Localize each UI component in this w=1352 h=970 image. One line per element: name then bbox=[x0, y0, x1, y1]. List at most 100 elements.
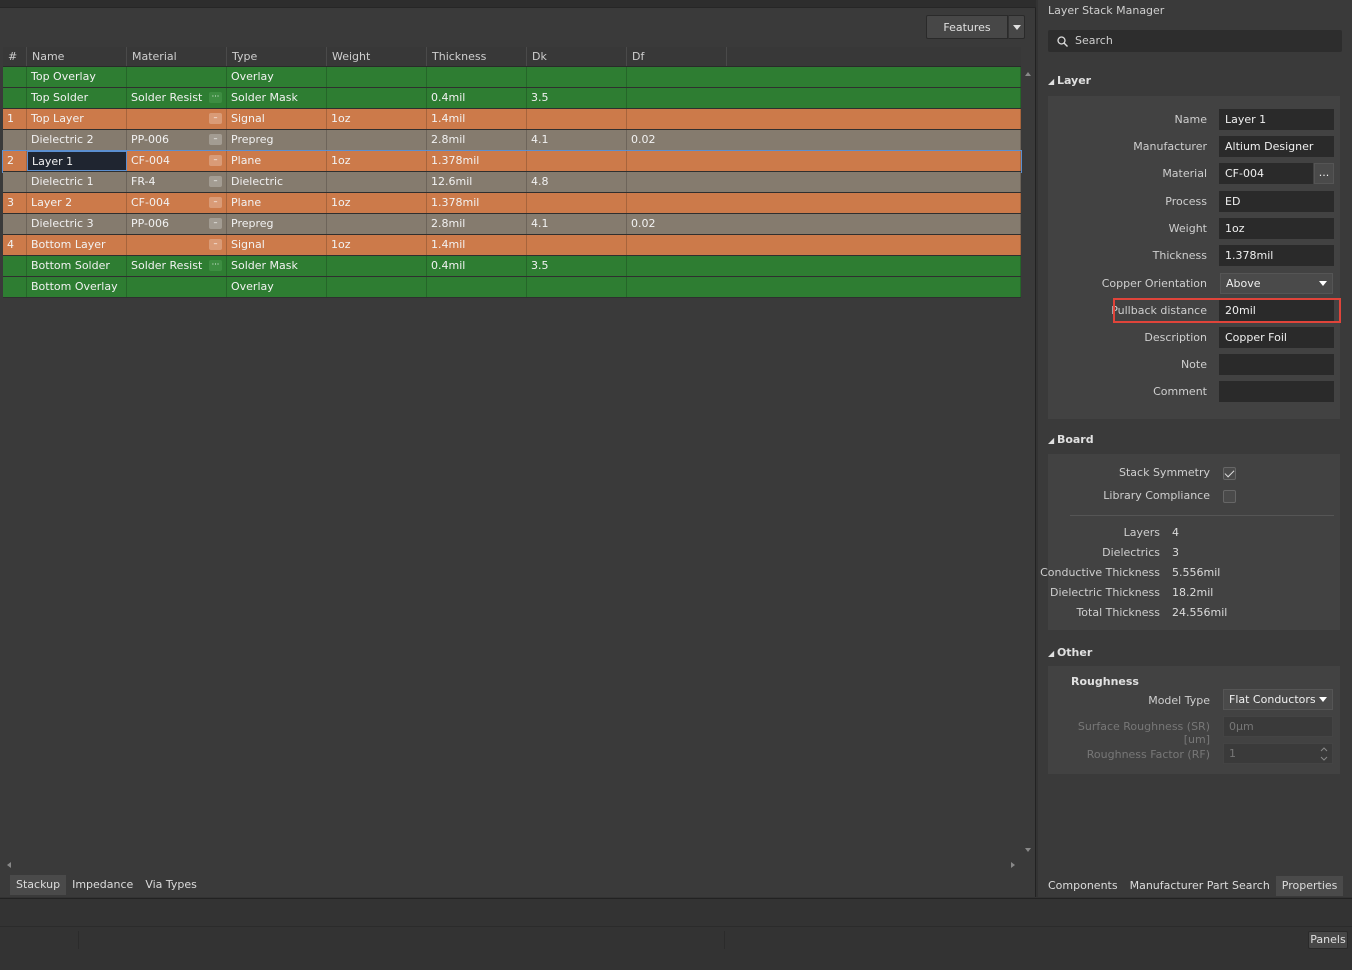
comment-field[interactable] bbox=[1219, 381, 1334, 402]
layer-df-cell[interactable] bbox=[627, 256, 1021, 276]
table-row[interactable]: Top Solder Solder Resist ··· Solder Mask 0.4… bbox=[3, 88, 1021, 109]
material-library-icon[interactable]: – bbox=[209, 218, 222, 229]
manufacturer-field[interactable]: Altium Designer bbox=[1219, 136, 1334, 157]
material-library-icon[interactable]: ··· bbox=[209, 260, 222, 271]
layer-thickness-cell[interactable]: 1.378mil bbox=[427, 151, 527, 171]
layer-name-cell[interactable]: Layer 2 bbox=[27, 193, 127, 213]
layer-dk-cell[interactable] bbox=[527, 193, 627, 213]
table-row[interactable]: Dielectric 2 PP-006 – Prepreg 2.8mil 4.1 0.02 bbox=[3, 130, 1021, 151]
layer-material-cell[interactable]: – bbox=[127, 235, 227, 255]
layer-name-cell[interactable]: Dielectric 2 bbox=[27, 130, 127, 150]
layer-type-cell[interactable]: Solder Mask bbox=[227, 256, 327, 276]
table-row[interactable]: 2 Layer 1 CF-004 – Plane 1oz 1.378mil bbox=[2, 150, 1022, 173]
layer-material-cell[interactable] bbox=[127, 67, 227, 87]
layer-dk-cell[interactable]: 4.8 bbox=[527, 172, 627, 192]
note-field[interactable] bbox=[1219, 354, 1334, 375]
layer-material-cell[interactable]: – bbox=[127, 109, 227, 129]
layer-type-cell[interactable]: Prepreg bbox=[227, 130, 327, 150]
layer-weight-cell[interactable] bbox=[327, 277, 427, 297]
layer-type-cell[interactable]: Prepreg bbox=[227, 214, 327, 234]
column-header-weight[interactable]: Weight bbox=[327, 47, 427, 66]
table-row[interactable]: Bottom Overlay Overlay bbox=[3, 277, 1021, 298]
layer-dk-cell[interactable]: 4.1 bbox=[527, 130, 627, 150]
layer-material-cell[interactable]: FR-4 – bbox=[127, 172, 227, 192]
layer-thickness-cell[interactable] bbox=[427, 277, 527, 297]
material-library-icon[interactable]: – bbox=[209, 134, 222, 145]
column-header-thickness[interactable]: Thickness bbox=[427, 47, 527, 66]
row-number-cell[interactable] bbox=[3, 277, 27, 297]
layer-weight-cell[interactable] bbox=[327, 172, 427, 192]
layer-thickness-cell[interactable]: 12.6mil bbox=[427, 172, 527, 192]
layer-type-cell[interactable]: Plane bbox=[227, 193, 327, 213]
table-row[interactable]: 4 Bottom Layer – Signal 1oz 1.4mil bbox=[3, 235, 1021, 256]
layer-weight-cell[interactable] bbox=[327, 88, 427, 108]
row-number-cell[interactable] bbox=[3, 67, 27, 87]
material-library-icon[interactable]: – bbox=[209, 155, 222, 166]
description-field[interactable]: Copper Foil bbox=[1219, 327, 1334, 348]
layer-df-cell[interactable] bbox=[627, 193, 1021, 213]
process-field[interactable]: ED bbox=[1219, 191, 1334, 212]
layer-dk-cell[interactable]: 3.5 bbox=[527, 88, 627, 108]
tab-components[interactable]: Components bbox=[1042, 876, 1124, 896]
layer-thickness-cell[interactable]: 2.8mil bbox=[427, 214, 527, 234]
thickness-field[interactable]: 1.378mil bbox=[1219, 245, 1334, 266]
layer-name-cell[interactable]: Dielectric 1 bbox=[27, 172, 127, 192]
layer-name-cell[interactable]: Bottom Solder bbox=[27, 256, 127, 276]
layer-name-cell[interactable]: Bottom Layer bbox=[27, 235, 127, 255]
row-number-cell[interactable] bbox=[3, 88, 27, 108]
layer-name-cell[interactable]: Layer 1 bbox=[27, 151, 127, 171]
layer-material-cell[interactable]: Solder Resist ··· bbox=[127, 256, 227, 276]
column-header-df[interactable]: Df bbox=[627, 47, 727, 66]
layer-df-cell[interactable]: 0.02 bbox=[627, 214, 1021, 234]
tab-manufacturer-part-search[interactable]: Manufacturer Part Search bbox=[1124, 876, 1276, 896]
tab-stackup[interactable]: Stackup bbox=[10, 875, 67, 895]
layer-df-cell[interactable] bbox=[627, 277, 1021, 297]
layer-dk-cell[interactable] bbox=[527, 151, 627, 171]
layer-type-cell[interactable]: Dielectric bbox=[227, 172, 327, 192]
row-number-cell[interactable] bbox=[3, 172, 27, 192]
layer-type-cell[interactable]: Overlay bbox=[227, 277, 327, 297]
layer-weight-cell[interactable] bbox=[327, 67, 427, 87]
material-browse-button[interactable]: ... bbox=[1314, 163, 1334, 184]
layer-material-cell[interactable]: CF-004 – bbox=[127, 193, 227, 213]
vertical-scrollbar[interactable] bbox=[1022, 68, 1034, 858]
material-field[interactable]: CF-004 bbox=[1219, 163, 1313, 184]
material-library-icon[interactable]: – bbox=[209, 239, 222, 250]
layer-thickness-cell[interactable]: 1.378mil bbox=[427, 193, 527, 213]
layer-name-cell[interactable]: Top Solder bbox=[27, 88, 127, 108]
layer-name-cell[interactable]: Bottom Overlay bbox=[27, 277, 127, 297]
layer-material-cell[interactable]: PP-006 – bbox=[127, 214, 227, 234]
row-number-cell[interactable] bbox=[3, 214, 27, 234]
table-row[interactable]: Dielectric 3 PP-006 – Prepreg 2.8mil 4.1 0.02 bbox=[3, 214, 1021, 235]
layer-weight-cell[interactable]: 1oz bbox=[327, 151, 427, 171]
features-button[interactable]: Features bbox=[926, 15, 1008, 39]
layer-name-cell[interactable]: Dielectric 3 bbox=[27, 214, 127, 234]
layer-weight-cell[interactable]: 1oz bbox=[327, 193, 427, 213]
layer-material-cell[interactable] bbox=[127, 277, 227, 297]
section-layer[interactable]: ◢ Layer bbox=[1048, 74, 1091, 87]
name-field[interactable]: Layer 1 bbox=[1219, 109, 1334, 130]
weight-field[interactable]: 1oz bbox=[1219, 218, 1334, 239]
layer-dk-cell[interactable] bbox=[527, 235, 627, 255]
tab-properties[interactable]: Properties bbox=[1275, 876, 1344, 896]
layer-material-cell[interactable]: CF-004 – bbox=[127, 151, 227, 171]
features-dropdown-button[interactable] bbox=[1008, 15, 1025, 39]
column-header-type[interactable]: Type bbox=[227, 47, 327, 66]
material-library-icon[interactable]: – bbox=[209, 197, 222, 208]
layer-type-cell[interactable]: Solder Mask bbox=[227, 88, 327, 108]
tab-impedance[interactable]: Impedance bbox=[66, 875, 139, 895]
table-row[interactable]: Top Overlay Overlay bbox=[3, 67, 1021, 88]
surface-roughness-field[interactable]: 0μm bbox=[1223, 716, 1333, 737]
material-library-icon[interactable]: – bbox=[209, 113, 222, 124]
layer-weight-cell[interactable]: 1oz bbox=[327, 235, 427, 255]
layer-material-cell[interactable]: PP-006 – bbox=[127, 130, 227, 150]
copper-orientation-select[interactable]: Above bbox=[1220, 273, 1333, 294]
layer-weight-cell[interactable] bbox=[327, 130, 427, 150]
row-number-cell[interactable]: 4 bbox=[3, 235, 27, 255]
table-row[interactable]: 1 Top Layer – Signal 1oz 1.4mil bbox=[3, 109, 1021, 130]
column-header-material[interactable]: Material bbox=[127, 47, 227, 66]
layer-dk-cell[interactable] bbox=[527, 277, 627, 297]
table-row[interactable]: 3 Layer 2 CF-004 – Plane 1oz 1.378mil bbox=[3, 193, 1021, 214]
column-header-dk[interactable]: Dk bbox=[527, 47, 627, 66]
material-library-icon[interactable]: – bbox=[209, 176, 222, 187]
